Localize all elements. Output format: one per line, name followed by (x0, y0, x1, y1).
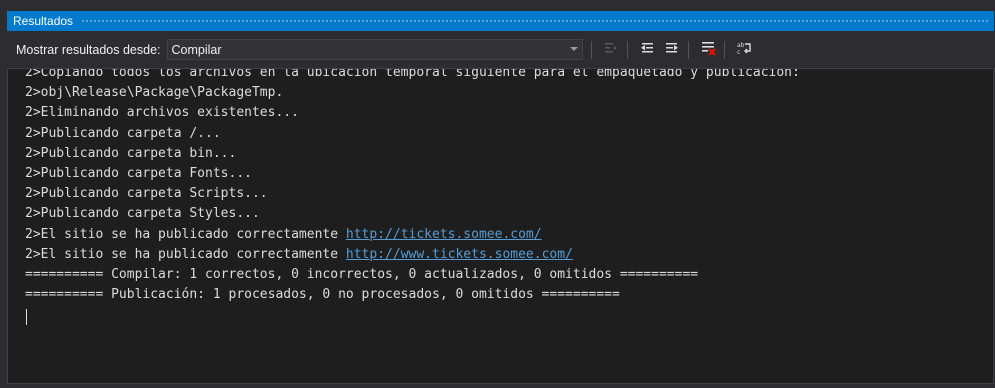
output-url-link[interactable]: http://tickets.somee.com/ (346, 227, 542, 242)
output-line: 2>El sitio se ha publicado correctamente… (25, 225, 800, 245)
output-url-link[interactable]: http://www.tickets.somee.com/ (346, 247, 573, 262)
output-line: 2>Copiando todos los archivos en la ubic… (25, 68, 800, 83)
svg-text:c: c (737, 49, 740, 56)
find-previous-message-button[interactable] (636, 39, 658, 61)
output-line: 2>Publicando carpeta /... (25, 124, 800, 144)
output-line-text: 2>El sitio se ha publicado correctamente (25, 246, 346, 262)
output-line-text: 2>El sitio se ha publicado correctamente (25, 226, 346, 242)
toolbar-separator (626, 40, 628, 59)
output-line-text: 2>Publicando carpeta Styles... (25, 206, 260, 222)
svg-text:ab: ab (737, 42, 745, 49)
output-line: ========== Compilar: 1 correctos, 0 inco… (25, 265, 800, 285)
output-line: 2>Eliminando archivos existentes... (25, 103, 800, 123)
output-line-text: 2>Copiando todos los archivos en la ubic… (25, 68, 800, 80)
output-lines: 2>Copiando todos los archivos en la ubic… (25, 68, 800, 305)
output-source-dropdown[interactable]: Compilar (166, 39, 583, 60)
output-line-text: ========== Publicación: 1 procesados, 0 … (25, 287, 620, 303)
output-source-value: Compilar (171, 42, 222, 57)
find-next-message-button[interactable] (661, 39, 683, 61)
go-to-line-button[interactable] (600, 39, 622, 61)
chevron-down-icon (566, 40, 582, 59)
output-window: Resultados Mostrar resultados desde: Com… (0, 0, 995, 388)
output-line-text: ========== Compilar: 1 correctos, 0 inco… (25, 266, 699, 282)
output-text-area[interactable]: 2>Copiando todos los archivos en la ubic… (7, 68, 994, 384)
output-line-text: 2>Publicando carpeta Scripts... (25, 186, 268, 202)
output-toolbar: Mostrar resultados desde: Compilar ab c (7, 31, 994, 68)
text-caret (26, 309, 27, 325)
output-line: 2>obj\Release\Package\PackageTmp. (25, 83, 800, 103)
output-line-text: 2>obj\Release\Package\PackageTmp. (25, 85, 284, 101)
clear-all-icon (700, 40, 716, 60)
toolbar-separator (723, 40, 725, 59)
clear-all-button[interactable] (697, 39, 719, 61)
panel-title-bar[interactable]: Resultados (7, 11, 994, 31)
go-to-line-icon (603, 40, 619, 60)
word-wrap-icon: ab c (736, 40, 752, 60)
output-line-text: 2>Eliminando archivos existentes... (25, 105, 299, 121)
output-line: 2>Publicando carpeta Scripts... (25, 184, 800, 204)
output-line: 2>Publicando carpeta Styles... (25, 204, 800, 224)
drag-grip[interactable] (81, 18, 988, 24)
output-line: 2>Publicando carpeta Fonts... (25, 164, 800, 184)
output-line: ========== Publicación: 1 procesados, 0 … (25, 285, 800, 305)
next-message-icon (664, 40, 680, 60)
show-output-from-label: Mostrar resultados desde: (16, 42, 161, 57)
panel-title: Resultados (13, 14, 74, 28)
output-line: 2>El sitio se ha publicado correctamente… (25, 245, 800, 265)
output-line-text: 2>Publicando carpeta bin... (25, 145, 237, 161)
output-line: 2>Publicando carpeta bin... (25, 144, 800, 164)
output-line-text: 2>Publicando carpeta Fonts... (25, 165, 252, 181)
previous-message-icon (639, 40, 655, 60)
output-line-text: 2>Publicando carpeta /... (25, 125, 221, 141)
toolbar-separator (590, 40, 592, 59)
toggle-word-wrap-button[interactable]: ab c (733, 39, 755, 61)
toolbar-separator (687, 40, 689, 59)
